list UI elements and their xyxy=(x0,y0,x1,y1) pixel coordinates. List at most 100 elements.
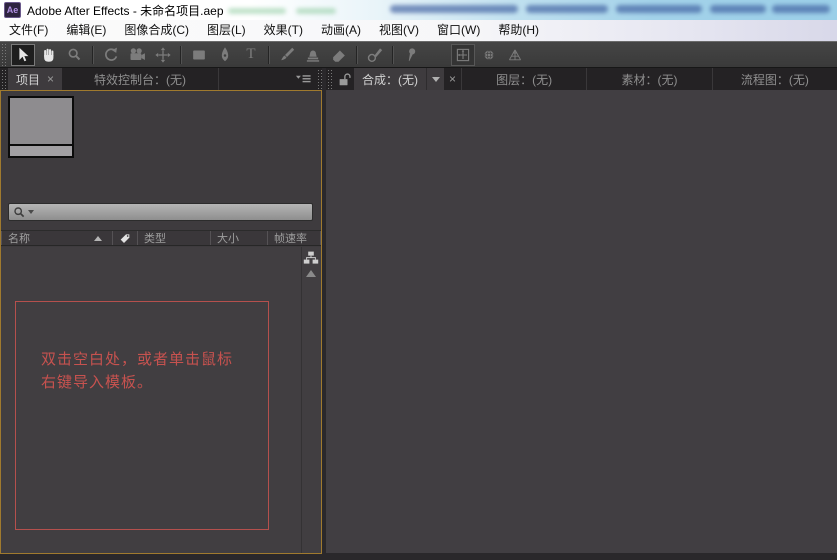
menu-edit[interactable]: 编辑(E) xyxy=(57,20,115,41)
view-axis-mode-button[interactable] xyxy=(503,44,527,66)
composition-panel-group: 合成：(无) × 图层：(无) 素材：(无) 流程图：(无) xyxy=(326,68,837,554)
panel-menu-button[interactable] xyxy=(291,68,316,90)
type-tool-button[interactable]: T xyxy=(239,44,263,66)
column-separator[interactable] xyxy=(320,231,321,245)
menu-help[interactable]: 帮助(H) xyxy=(489,20,548,41)
type-tool-icon: T xyxy=(246,46,256,62)
hand-tool-button[interactable] xyxy=(37,44,61,66)
sort-ascending-icon xyxy=(94,235,102,241)
workspace: 项目 × 特效控制台：(无) 名称 类型 大小 帧速率 双击空白处，或者单击鼠标… xyxy=(0,68,837,560)
column-name-label: 名称 xyxy=(8,233,30,245)
tab-composition[interactable]: 合成：(无) xyxy=(354,68,444,90)
toolbar-grip[interactable] xyxy=(0,42,6,67)
app-icon: Ae xyxy=(4,2,21,18)
toolbar-separator xyxy=(92,45,94,64)
column-size[interactable]: 大小 xyxy=(211,231,267,245)
world-axis-icon xyxy=(484,49,494,60)
local-axis-icon xyxy=(456,48,470,61)
world-axis-mode-button[interactable] xyxy=(477,44,501,66)
tab-project[interactable]: 项目 × xyxy=(8,68,63,90)
pen-tool-button[interactable] xyxy=(213,44,237,66)
menu-layer[interactable]: 图层(L) xyxy=(198,20,255,41)
panel-menu-icon xyxy=(295,75,311,83)
project-column-headers: 名称 类型 大小 帧速率 xyxy=(1,230,321,246)
column-size-label: 大小 xyxy=(217,233,239,245)
pen-icon xyxy=(221,46,229,61)
tab-layer-label: 图层：(无) xyxy=(496,72,553,87)
menu-view[interactable]: 视图(V) xyxy=(370,20,428,41)
pan-behind-icon xyxy=(155,46,171,63)
roto-brush-tool-button[interactable] xyxy=(363,44,387,66)
column-label-color[interactable] xyxy=(113,231,137,245)
selection-tool-button[interactable] xyxy=(11,43,35,66)
menu-animation[interactable]: 动画(A) xyxy=(312,20,370,41)
panel-grip[interactable] xyxy=(316,68,322,90)
project-search-box[interactable] xyxy=(8,203,313,221)
tab-effect-controls-label: 特效控制台：(无) xyxy=(94,72,187,87)
toolbar-separator xyxy=(180,45,182,64)
search-input[interactable] xyxy=(36,205,312,219)
local-axis-mode-button[interactable] xyxy=(451,43,475,66)
scroll-up-arrow-icon[interactable] xyxy=(306,270,316,277)
tab-flowchart[interactable]: 流程图：(无) xyxy=(713,68,837,90)
tab-footage[interactable]: 素材：(无) xyxy=(587,68,711,90)
clone-stamp-tool-button[interactable] xyxy=(301,44,325,66)
window-title: Adobe After Effects - 未命名项目.aep xyxy=(27,3,224,18)
rectangle-mask-tool-button[interactable] xyxy=(187,44,211,66)
import-hint-text: 双击空白处，或者单击鼠标 右键导入模板。 xyxy=(41,351,234,391)
panel-grip[interactable] xyxy=(0,68,6,90)
selection-arrow-icon xyxy=(19,47,29,61)
flowchart-icon xyxy=(303,251,319,264)
menu-bar: 文件(F) 编辑(E) 图像合成(C) 图层(L) 效果(T) 动画(A) 视图… xyxy=(0,20,837,42)
puppet-pin-tool-button[interactable] xyxy=(399,44,423,66)
tools-bar: T xyxy=(0,42,837,68)
blurred-watermark xyxy=(296,8,336,14)
tab-project-label: 项目 xyxy=(16,72,41,87)
composition-dropdown-button[interactable] xyxy=(426,68,444,90)
rotation-tool-button[interactable] xyxy=(99,44,123,66)
tab-composition-label: 合成：(无) xyxy=(362,72,418,87)
magnifier-icon xyxy=(68,48,81,60)
camera-tool-button[interactable] xyxy=(125,44,149,66)
column-type[interactable]: 类型 xyxy=(138,231,210,245)
hand-icon xyxy=(44,48,54,62)
column-frame-rate[interactable]: 帧速率 xyxy=(268,231,320,245)
eraser-icon xyxy=(333,50,345,62)
composition-viewer[interactable] xyxy=(326,90,837,553)
right-tab-bar: 合成：(无) × 图层：(无) 素材：(无) 流程图：(无) xyxy=(326,68,837,90)
tab-layer[interactable]: 图层：(无) xyxy=(462,68,586,90)
close-icon[interactable]: × xyxy=(47,73,54,85)
title-bar[interactable]: Ae Adobe After Effects - 未命名项目.aep xyxy=(0,0,837,20)
blurred-watermark xyxy=(710,5,766,13)
search-options-icon[interactable] xyxy=(28,210,34,214)
close-icon[interactable]: × xyxy=(449,73,456,85)
project-flowchart-button[interactable] xyxy=(303,250,319,266)
pan-behind-tool-button[interactable] xyxy=(151,44,175,66)
column-name[interactable]: 名称 xyxy=(2,231,112,245)
zoom-tool-button[interactable] xyxy=(63,44,87,66)
search-icon xyxy=(14,206,25,217)
project-preview-thumbnail xyxy=(8,96,74,158)
chevron-down-icon xyxy=(431,76,440,82)
lock-button[interactable] xyxy=(334,68,354,90)
menu-file[interactable]: 文件(F) xyxy=(0,20,57,41)
menu-effect[interactable]: 效果(T) xyxy=(255,20,312,41)
label-tag-icon xyxy=(120,234,130,243)
unlock-icon xyxy=(339,72,351,85)
menu-composition[interactable]: 图像合成(C) xyxy=(115,20,198,41)
menu-window[interactable]: 窗口(W) xyxy=(428,20,489,41)
puppet-pin-icon xyxy=(408,47,416,61)
blurred-watermark xyxy=(526,5,608,13)
blurred-watermark xyxy=(228,8,286,14)
rotate-icon xyxy=(105,47,118,61)
blurred-watermark xyxy=(390,5,518,13)
project-item-list[interactable]: 双击空白处，或者单击鼠标 右键导入模板。 xyxy=(1,247,321,553)
import-hint-box: 双击空白处，或者单击鼠标 右键导入模板。 xyxy=(15,301,269,530)
eraser-tool-button[interactable] xyxy=(327,44,351,66)
tab-footage-label: 素材：(无) xyxy=(621,72,678,87)
tab-effect-controls[interactable]: 特效控制台：(无) xyxy=(62,68,218,90)
brush-tool-button[interactable] xyxy=(275,44,299,66)
list-scrollbar[interactable] xyxy=(301,247,321,553)
panel-grip[interactable] xyxy=(326,68,332,90)
tab-flowchart-label: 流程图：(无) xyxy=(740,72,809,87)
